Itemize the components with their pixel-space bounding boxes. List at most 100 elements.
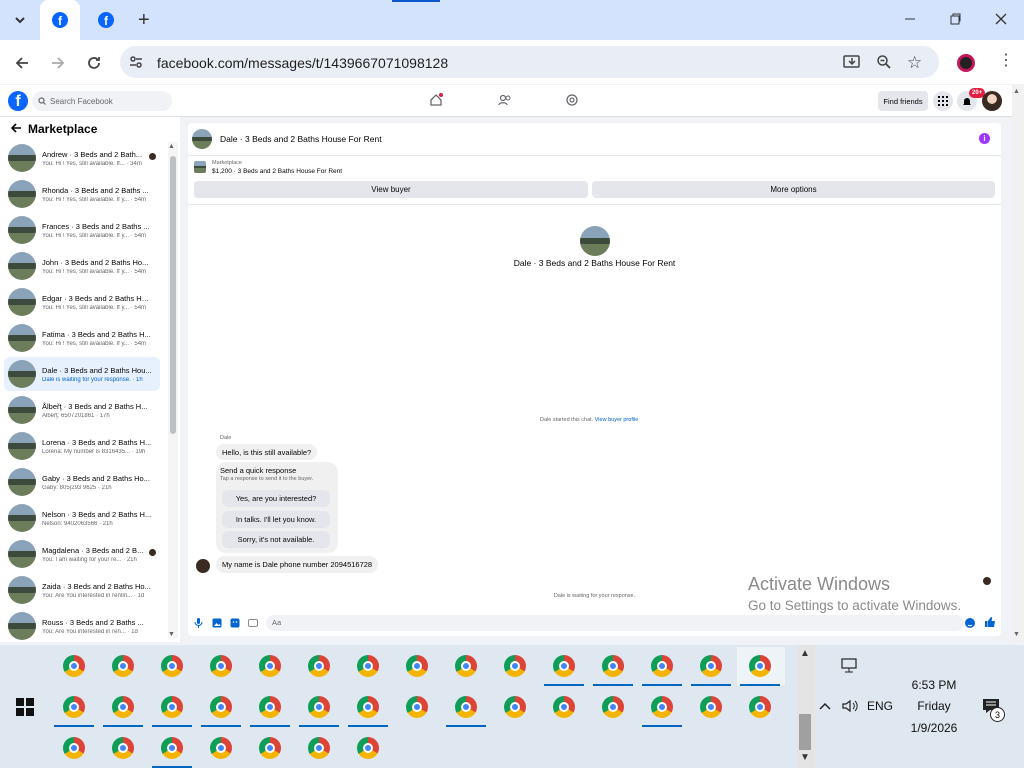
message-input[interactable]: Aa [266,615,964,631]
conversation-item[interactable]: Ålbeřţ · 3 Beds and 2 Baths H... Ålbeřţ: … [4,393,160,427]
taskbar-scroll-up-icon[interactable]: ▲ [800,648,810,659]
sidebar-scroll-thumb[interactable] [170,156,176,434]
find-friends-button[interactable]: Find friends [878,91,928,111]
chrome-taskbar-icon[interactable] [504,655,526,677]
chrome-taskbar-icon[interactable] [161,696,183,718]
chrome-taskbar-icon[interactable] [455,655,477,677]
chrome-taskbar-icon[interactable] [308,737,330,759]
view-buyer-profile-link[interactable]: View buyer profile [595,417,639,423]
chrome-taskbar-icon[interactable] [210,696,232,718]
conversation-item[interactable]: Andrew · 3 Beds and 2 Bath... You: Hi ! Y… [4,141,160,175]
chat-header-title[interactable]: Dale · 3 Beds and 2 Baths House For Rent [220,134,382,144]
home-icon[interactable] [430,93,443,109]
clock-time[interactable]: 6:53 PM [895,678,973,692]
chrome-taskbar-icon[interactable] [161,737,183,759]
chrome-taskbar-icon[interactable] [63,737,85,759]
conversation-item[interactable]: Dale · 3 Beds and 2 Baths Hou... Dale is … [4,357,160,391]
back-arrow-icon[interactable] [10,122,22,137]
close-icon[interactable] [994,12,1008,29]
chrome-taskbar-icon[interactable] [259,696,281,718]
chrome-taskbar-icon[interactable] [259,737,281,759]
groups-icon[interactable] [566,94,578,109]
conversation-item[interactable]: John · 3 Beds and 2 Baths Ho... You: Hi !… [4,249,160,283]
chrome-taskbar-icon[interactable] [602,655,624,677]
new-tab-button[interactable]: + [138,9,150,32]
conversation-item[interactable]: Nelson · 3 Beds and 2 Baths H... Nelson: … [4,501,160,535]
bookmark-star-icon[interactable]: ☆ [907,53,922,73]
sidebar-scroll-up-icon[interactable]: ▲ [168,143,175,150]
conversation-item[interactable]: Gaby · 3 Beds and 2 Baths Ho... Gaby: 805… [4,465,160,499]
chrome-taskbar-icon[interactable] [749,696,771,718]
sticker-icon[interactable] [230,617,240,631]
voice-clip-icon[interactable] [194,617,203,631]
photo-icon[interactable] [212,617,222,631]
tab-facebook-2[interactable]: f [86,0,126,40]
taskbar-scroll-down-icon[interactable]: ▼ [800,752,810,763]
sidebar-scroll-down-icon[interactable]: ▼ [168,631,175,638]
conversation-item[interactable]: Rhonda · 3 Beds and 2 Baths ... You: Hi !… [4,177,160,211]
facebook-logo-icon[interactable]: f [8,91,28,111]
chrome-taskbar-icon[interactable] [308,696,330,718]
conversation-item[interactable]: Zaida · 3 Beds and 2 Baths Ho... You: Are… [4,573,160,607]
chrome-taskbar-icon[interactable] [210,655,232,677]
clock-day[interactable]: Friday [895,699,973,713]
show-hidden-icons-chevron-icon[interactable] [818,700,832,715]
site-info-icon[interactable] [128,54,144,73]
install-app-icon[interactable] [843,54,861,73]
volume-icon[interactable] [842,698,860,717]
quick-response-not-available-button[interactable]: Sorry, it's not available. [222,531,330,548]
url-text[interactable]: facebook.com/messages/t/1439667071098128 [157,55,448,71]
language-indicator[interactable]: ENG [867,699,893,713]
chrome-taskbar-icon[interactable] [112,696,134,718]
minimize-icon[interactable] [903,12,917,29]
chrome-taskbar-icon[interactable] [602,696,624,718]
more-options-button[interactable]: More options [592,181,995,198]
friends-icon[interactable] [498,94,512,109]
chrome-taskbar-icon[interactable] [357,696,379,718]
conversation-item[interactable]: Rouss · 3 Beds and 2 Baths ... You: Are Y… [4,609,160,643]
chrome-taskbar-icon[interactable] [161,655,183,677]
thumbs-up-icon[interactable] [984,616,996,631]
chrome-taskbar-icon[interactable] [112,737,134,759]
forward-arrow-icon[interactable] [46,51,70,75]
menu-grid-icon[interactable] [933,91,953,111]
scroll-up-icon[interactable]: ▲ [1013,88,1020,95]
chrome-taskbar-icon[interactable] [406,696,428,718]
conversation-item[interactable]: Fatima · 3 Beds and 2 Baths H... You: Hi … [4,321,160,355]
chrome-taskbar-icon[interactable] [651,655,673,677]
chrome-taskbar-icon[interactable] [504,696,526,718]
chrome-taskbar-icon[interactable] [112,655,134,677]
chrome-taskbar-icon[interactable] [63,655,85,677]
scroll-down-icon[interactable]: ▼ [1013,631,1020,638]
info-icon[interactable]: i [979,133,990,144]
windows-start-icon[interactable] [16,698,34,719]
quick-response-yes-button[interactable]: Yes, are you interested? [222,490,330,507]
clock-date[interactable]: 1/9/2026 [895,721,973,735]
view-buyer-button[interactable]: View buyer [194,181,588,198]
profile-icon[interactable] [957,54,975,72]
chrome-taskbar-icon[interactable] [749,655,771,677]
back-arrow-icon[interactable] [10,51,34,75]
reload-icon[interactable] [82,51,106,75]
search-input[interactable]: Search Facebook [32,91,172,111]
chrome-taskbar-icon[interactable] [406,655,428,677]
chrome-taskbar-icon[interactable] [63,696,85,718]
listing-detail[interactable]: $1,200 · 3 Beds and 2 Baths House For Re… [212,168,342,175]
conversation-item[interactable]: Lorena · 3 Beds and 2 Baths H... Lorena: … [4,429,160,463]
conversation-item[interactable]: Magdalena · 3 Beds and 2 B... You: I am w… [4,537,160,571]
chrome-taskbar-icon[interactable] [553,655,575,677]
gif-icon[interactable] [248,617,258,631]
chrome-taskbar-icon[interactable] [357,655,379,677]
user-avatar[interactable] [982,91,1002,111]
tab-list-chevron-icon[interactable] [8,8,32,32]
conversation-item[interactable]: Frances · 3 Beds and 2 Baths ... You: Hi … [4,213,160,247]
conversation-avatar[interactable] [580,226,610,256]
network-icon[interactable] [841,658,859,677]
chrome-taskbar-icon[interactable] [455,696,477,718]
emoji-icon[interactable] [965,618,975,628]
quick-response-in-talks-button[interactable]: In talks. I'll let you know. [222,511,330,528]
chrome-taskbar-icon[interactable] [700,696,722,718]
browser-menu-icon[interactable]: ⋮ [998,53,1014,69]
chrome-taskbar-icon[interactable] [308,655,330,677]
chrome-taskbar-icon[interactable] [259,655,281,677]
